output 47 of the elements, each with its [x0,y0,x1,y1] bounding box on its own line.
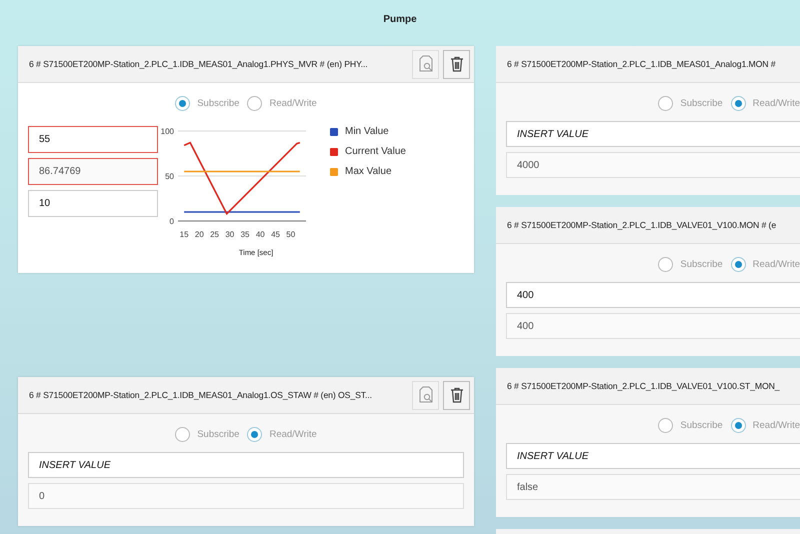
input-field[interactable]: INSERT VALUE [506,121,800,147]
input-field[interactable]: 55 [28,126,158,153]
document-magnifier-icon [418,386,434,404]
value-display: 4000 [506,152,800,178]
legend-label: Current Value [345,146,406,157]
radio-option[interactable]: Subscribe [658,418,723,432]
trash-icon [450,56,464,72]
page-title: Pumpe [382,13,418,27]
axis-tick-label: 50 [286,230,296,239]
radio-option[interactable]: Read/Write [730,96,800,110]
radio-option[interactable]: Read/Write [730,256,800,272]
radio-option[interactable]: Subscribe [175,96,240,110]
radio-option[interactable]: Subscribe [658,96,723,110]
axis-tick-label: 50 [165,172,174,181]
input-field[interactable]: INSERT VALUE [28,452,464,478]
delete-button[interactable] [443,380,470,410]
card-title: 6 # S71500ET200MP-Station_2.PLC_1.IDB_MEAS01_Analog1.OS_STAW # (en) OS_ST... [29,390,373,400]
card-title: 6 # S71500ET200MP-Station_2.PLC_1.IDB_MEAS01_Analog1.MON # [507,59,777,69]
axis-tick-label: 30 [225,230,234,239]
axis-tick-label: 20 [194,230,204,239]
radio-option[interactable]: Read/Write [247,96,317,110]
axis-tick-label: 45 [271,230,280,239]
value-display: 86.74769 [28,158,158,185]
radio-option[interactable]: Read/Write [247,426,317,442]
card-title: 6 # S71500ET200MP-Station_2.PLC_1.IDB_MEAS01_Analog1.PHYS_MVR # (en) PHY... [29,59,369,69]
axis-tick-label: 35 [240,230,250,239]
card-title: 6 # S71500ET200MP-Station_2.PLC_1.IDB_VALVE01_V100.ST_MON_ [507,381,781,391]
value-display: 0 [28,483,464,509]
input-field[interactable]: INSERT VALUE [506,443,800,469]
radio-option[interactable]: Subscribe [658,256,723,272]
value-display: false [506,474,800,500]
axis-tick-label: 0 [170,217,174,226]
legend-label: Min Value [345,126,389,137]
value-display: 400 [506,313,800,339]
delete-button[interactable] [443,50,470,78]
document-magnifier-icon [418,55,434,73]
axis-tick-label: 25 [210,230,220,239]
trash-icon [450,387,464,403]
legend-label: Max Value [345,166,392,177]
radio-option[interactable]: Read/Write [730,418,800,432]
card-title: 6 # S71500ET200MP-Station_2.PLC_1.IDB_VALVE01_V100.MON # (e [507,220,778,230]
radio-option[interactable]: Subscribe [175,426,240,442]
input-field[interactable]: 400 [506,282,800,308]
axis-tick-label: 15 [180,230,189,239]
input-field[interactable]: 10 [28,190,158,217]
axis-tick-label: 40 [256,230,265,239]
axis-tick-label: 100 [160,127,174,136]
